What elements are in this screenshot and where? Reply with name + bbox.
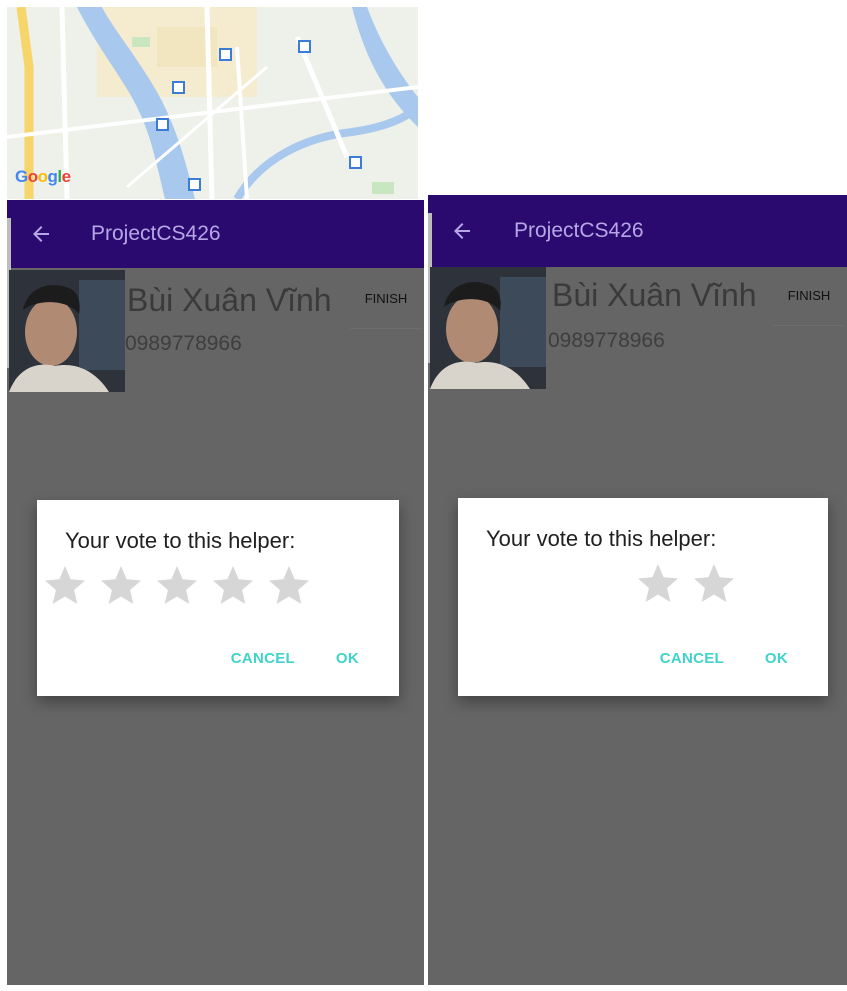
helper-card: Bùi Xuân Vĩnh 0989778966 FINISH [428, 267, 847, 397]
ok-button[interactable]: OK [765, 650, 788, 667]
app-title: ProjectCS426 [514, 219, 644, 242]
finish-button[interactable]: FINISH [773, 281, 845, 326]
helper-card: Bùi Xuân Vĩnh 0989778966 FINISH [7, 270, 424, 400]
comparison-screenshot: Google ProjectCS426 Bùi Xuân Vĩnh 098977… [0, 0, 847, 991]
app-title: ProjectCS426 [91, 222, 221, 245]
rating-bar[interactable] [41, 562, 321, 610]
helper-avatar [430, 267, 546, 389]
screen-five-stars: ProjectCS426 Bùi Xuân Vĩnh 0989778966 FI… [7, 200, 424, 985]
dialog-title: Your vote to this helper: [486, 526, 717, 551]
dialog-title: Your vote to this helper: [65, 528, 296, 553]
screen-two-stars: ProjectCS426 Bùi Xuân Vĩnh 0989778966 FI… [428, 195, 847, 985]
star-icon[interactable] [97, 562, 145, 610]
back-arrow-icon[interactable] [29, 222, 53, 246]
back-arrow-icon[interactable] [450, 219, 474, 243]
cancel-button[interactable]: CANCEL [660, 650, 724, 667]
finish-button[interactable]: FINISH [350, 284, 422, 329]
star-icon[interactable] [690, 560, 738, 608]
app-bar: ProjectCS426 [428, 195, 847, 267]
star-icon[interactable] [209, 562, 257, 610]
helper-name: Bùi Xuân Vĩnh [127, 282, 332, 318]
ok-button[interactable]: OK [336, 650, 359, 667]
star-icon[interactable] [265, 562, 313, 610]
helper-phone: 0989778966 [125, 332, 242, 355]
vote-dialog: Your vote to this helper: CANCEL OK [37, 500, 399, 696]
cancel-button[interactable]: CANCEL [231, 650, 295, 667]
helper-name: Bùi Xuân Vĩnh [552, 277, 757, 313]
app-bar: ProjectCS426 [7, 200, 424, 268]
rating-bar[interactable] [634, 560, 746, 608]
helper-phone: 0989778966 [548, 329, 665, 352]
star-icon[interactable] [153, 562, 201, 610]
helper-avatar [9, 270, 125, 392]
star-icon[interactable] [634, 560, 682, 608]
map-view[interactable]: Google [7, 7, 418, 199]
star-icon[interactable] [41, 562, 89, 610]
google-logo: Google [15, 167, 71, 186]
vote-dialog: Your vote to this helper: CANCEL OK [458, 498, 828, 696]
